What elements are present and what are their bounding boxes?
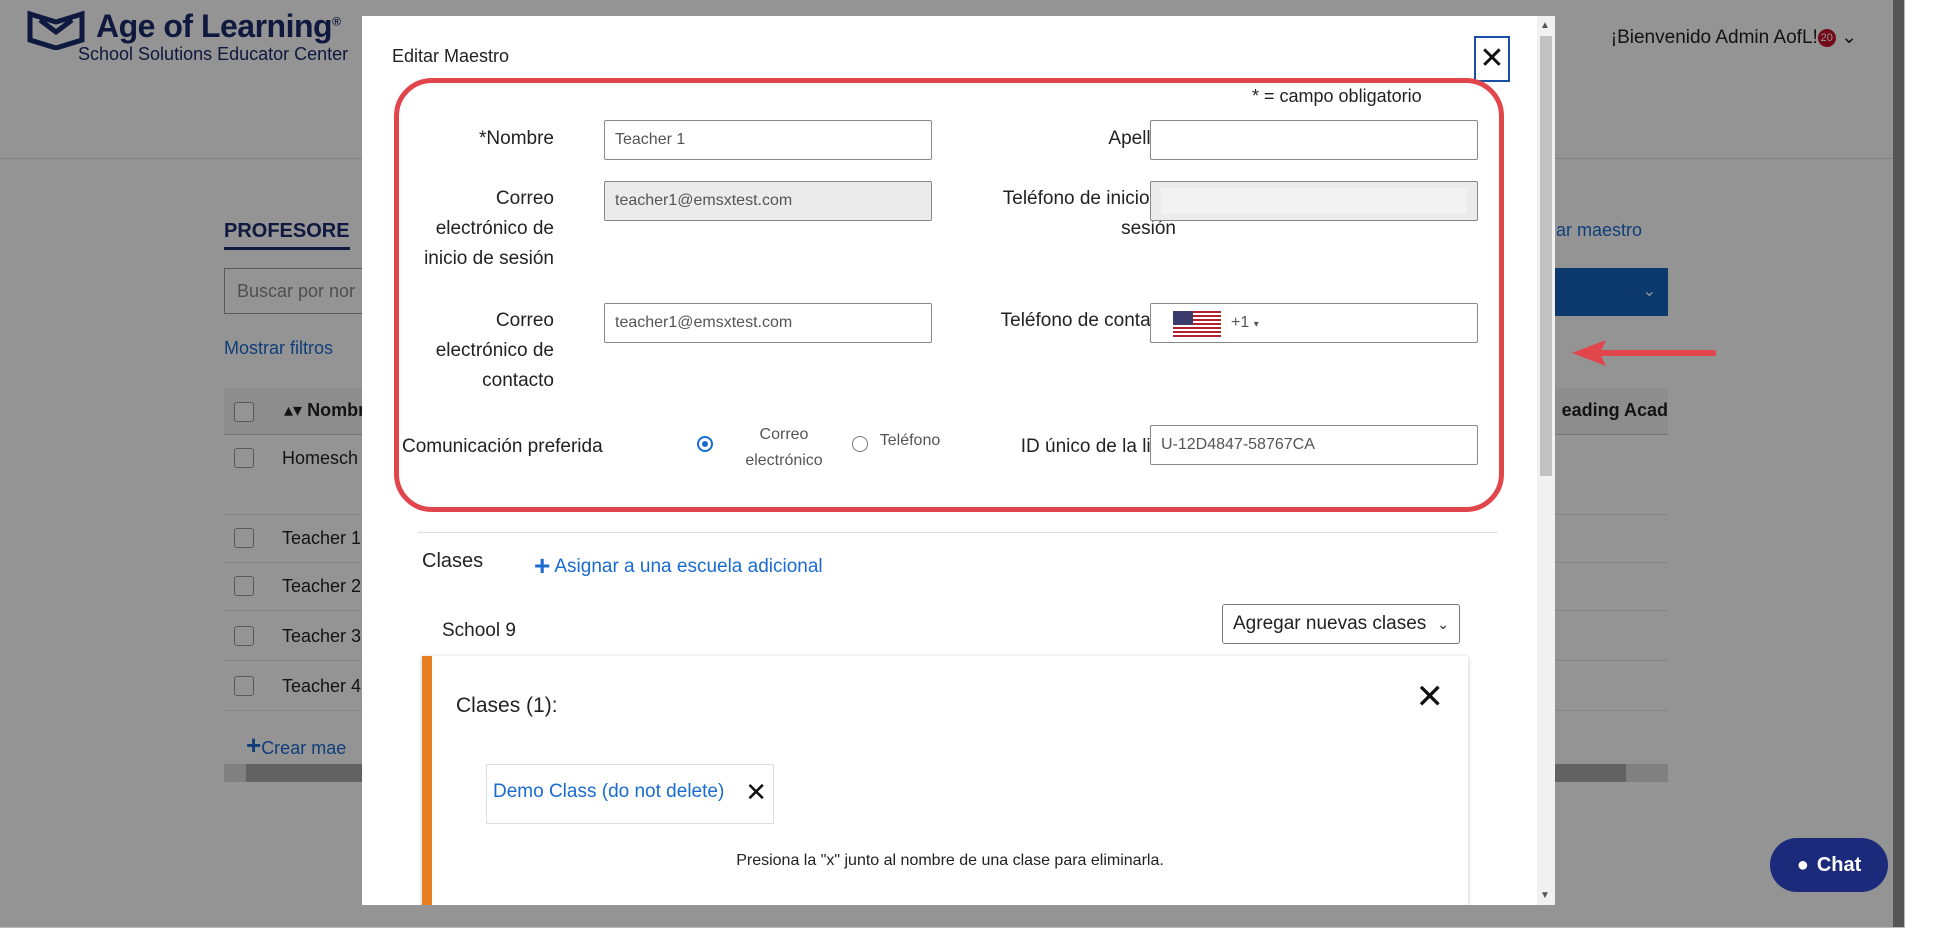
page-border: [0, 0, 1905, 928]
app-window: Age of Learning® School Solutions Educat…: [0, 0, 1905, 928]
